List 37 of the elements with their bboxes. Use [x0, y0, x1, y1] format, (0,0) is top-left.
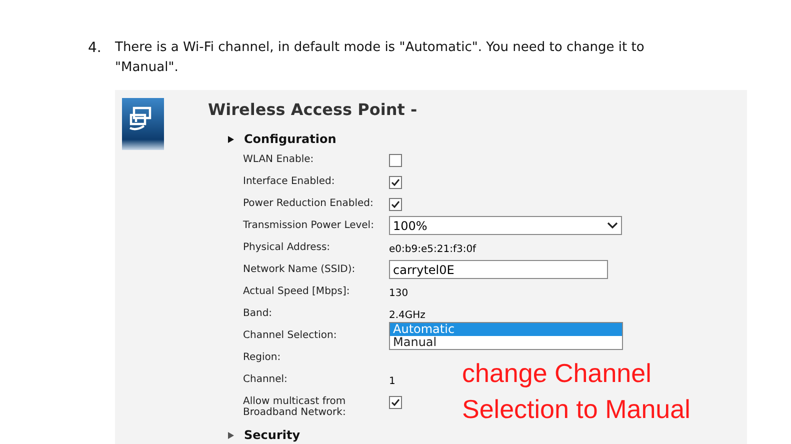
checkbox[interactable] — [389, 154, 402, 167]
field-label: WLAN Enable: — [243, 154, 315, 167]
channel-selection-listbox[interactable]: Automatic Manual — [389, 322, 623, 350]
field-value: 1 — [389, 375, 396, 389]
triangle-right-icon — [228, 136, 234, 142]
checkbox[interactable] — [389, 396, 402, 409]
section-header[interactable]: Security — [208, 426, 622, 444]
annotation-text: Selection to Manual — [462, 393, 690, 426]
section-header[interactable]: Configuration — [208, 130, 622, 148]
field-label: Power Reduction Enabled: — [243, 198, 374, 211]
checkbox[interactable] — [389, 198, 402, 211]
checkmark-icon — [391, 398, 400, 407]
power-level-select[interactable]: 100% — [389, 216, 622, 235]
instruction-text: There is a Wi-Fi channel, in default mode is "Automatic". You need to change it to "Manual". — [115, 39, 646, 77]
triangle-right-icon — [228, 432, 234, 438]
field-label: Band: — [243, 308, 274, 321]
chevron-down-icon — [607, 222, 618, 229]
field-label: Region: — [243, 352, 282, 365]
list-number: 4. — [88, 39, 102, 58]
field-value: 130 — [389, 287, 408, 301]
field-label: Channel Selection: — [243, 330, 338, 343]
field-label: Transmission Power Level: — [243, 220, 375, 233]
field-label: Physical Address: — [243, 242, 332, 255]
checkbox[interactable] — [389, 176, 402, 189]
field-label: Actual Speed [Mbps]: — [243, 286, 351, 299]
field-value: e0:b9:e5:21:f3:0f — [389, 243, 476, 257]
checkmark-icon — [391, 178, 400, 187]
field-label: Channel: — [243, 374, 288, 387]
network-icon — [122, 98, 164, 150]
field-label: Network Name (SSID): — [243, 264, 356, 277]
panel-title: Wireless Access Point - — [208, 99, 418, 121]
field-label: Allow multicast from Broadband Network: — [243, 396, 347, 418]
annotation-text: change Channel — [462, 357, 652, 390]
field-value: 2.4GHz — [389, 309, 426, 323]
checkmark-icon — [391, 200, 400, 209]
field-label: Interface Enabled: — [243, 176, 336, 189]
ssid-field[interactable]: carrytel0E — [389, 260, 608, 279]
